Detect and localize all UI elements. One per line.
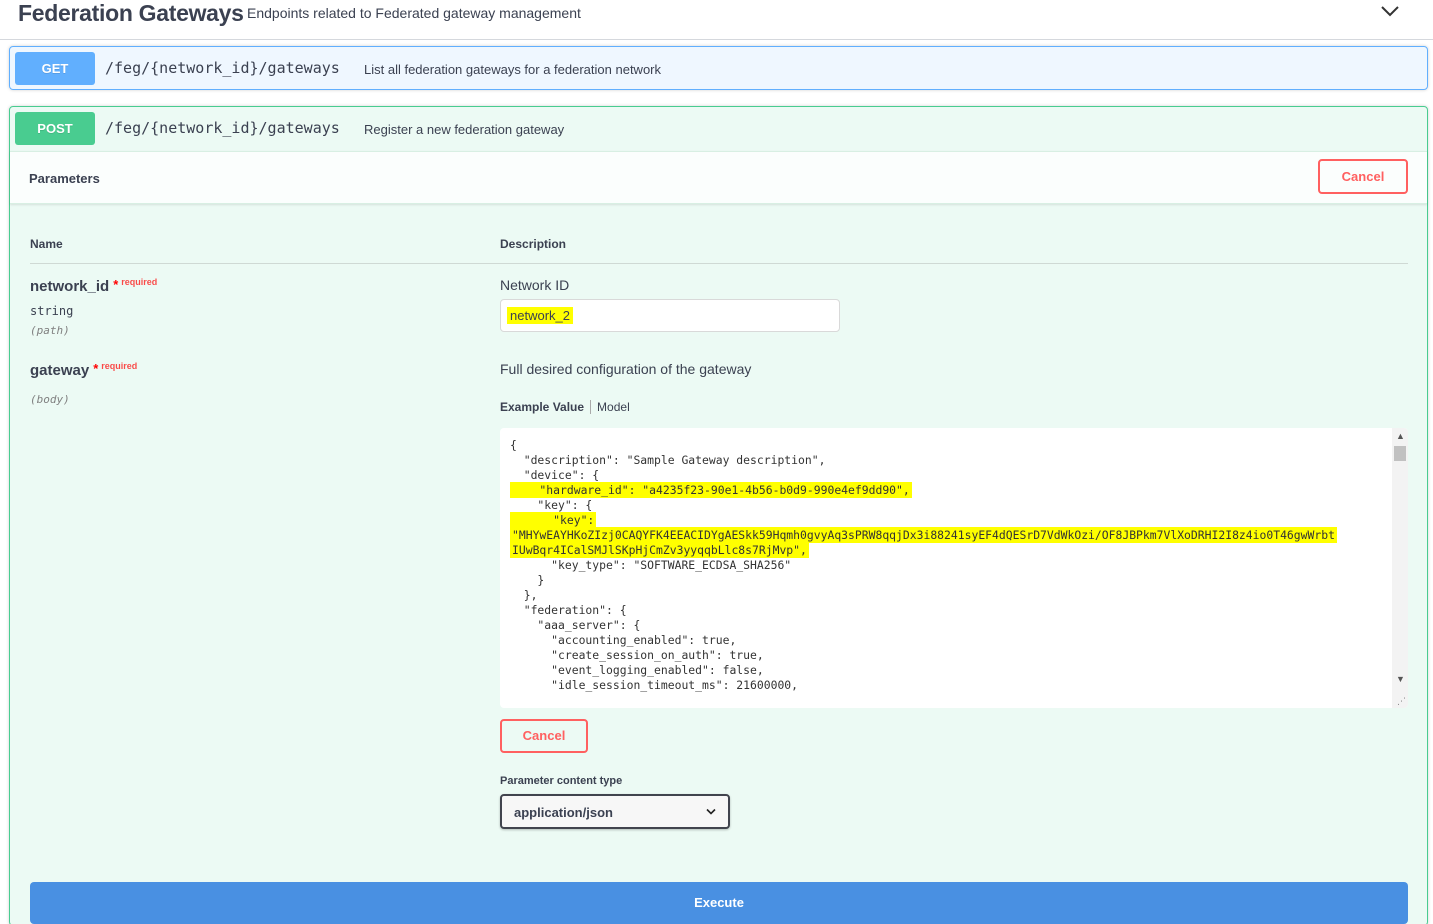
code-line: "event_logging_enabled": false, xyxy=(510,663,764,677)
required-star: * xyxy=(113,277,119,292)
code-line: "aaa_server": { xyxy=(510,618,641,632)
column-header-name: Name xyxy=(30,237,63,251)
cancel-button[interactable]: Cancel xyxy=(1318,159,1408,194)
example-model-tabs: Example Value Model xyxy=(500,400,630,414)
code-line: "idle_session_timeout_ms": 21600000, xyxy=(510,678,799,692)
scroll-down-icon[interactable]: ▼ xyxy=(1396,674,1405,684)
code-line: "description": "Sample Gateway descripti… xyxy=(510,453,826,467)
operation-summary[interactable]: Register a new federation gateway xyxy=(364,122,564,137)
param-location: (path) xyxy=(30,324,70,337)
body-code[interactable]: { "description": "Sample Gateway descrip… xyxy=(510,438,1337,693)
header-divider xyxy=(30,263,1408,264)
scroll-up-icon[interactable]: ▲ xyxy=(1396,431,1405,441)
content-type-select[interactable]: application/json xyxy=(500,794,730,829)
parameters-title: Parameters xyxy=(29,171,100,186)
param-name-gateway: gateway * required xyxy=(30,361,138,379)
param-name-label: network_id xyxy=(30,278,110,295)
required-star: * xyxy=(93,361,99,376)
resize-grip-icon[interactable]: ⋰ xyxy=(1397,696,1406,707)
code-line: "create_session_on_auth": true, xyxy=(510,648,764,662)
parameters-header: Parameters xyxy=(10,151,1427,204)
operation-path: /feg/{network_id}/gateways xyxy=(105,59,340,77)
tag-title: Federation Gateways xyxy=(18,0,244,26)
vertical-scrollbar[interactable]: ▲ ▼ xyxy=(1392,428,1408,708)
code-line: } xyxy=(510,573,545,587)
operation-summary: List all federation gateways for a feder… xyxy=(364,62,662,77)
method-badge-get: GET xyxy=(15,52,95,85)
required-label: required xyxy=(101,361,138,371)
code-line: "device": { xyxy=(510,468,600,482)
tab-example-value[interactable]: Example Value xyxy=(500,400,592,414)
param-name-label: gateway xyxy=(30,362,90,379)
scroll-thumb[interactable] xyxy=(1394,446,1406,461)
operation-path[interactable]: /feg/{network_id}/gateways xyxy=(105,119,340,137)
code-line-highlighted: "key": xyxy=(510,512,597,528)
code-line-highlighted: "hardware_id": "a4235f23-90e1-4b56-b0d9-… xyxy=(510,482,912,498)
param-description: Network ID xyxy=(500,277,570,293)
body-textarea[interactable]: { "description": "Sample Gateway descrip… xyxy=(500,428,1408,708)
code-line: "federation": { xyxy=(510,603,627,617)
network-id-input[interactable]: network_2 xyxy=(500,299,840,332)
code-line: "key": { xyxy=(510,498,593,512)
chevron-down-icon xyxy=(706,808,716,815)
method-badge-post[interactable]: POST xyxy=(15,112,95,145)
code-line-highlighted: IUwBqr4ICalSMJlSKpHjCmZv3yyqqbLlc8s7RjMv… xyxy=(510,542,809,558)
param-description: Full desired configuration of the gatewa… xyxy=(500,361,752,377)
content-type-value: application/json xyxy=(514,805,613,820)
tag-header[interactable]: Federation Gateways Endpoints related to… xyxy=(0,0,1433,40)
execute-button[interactable]: Execute xyxy=(30,882,1408,924)
get-operation[interactable]: GET /feg/{network_id}/gateways List all … xyxy=(9,46,1428,90)
code-line: }, xyxy=(510,588,538,602)
param-name-network-id: network_id * required xyxy=(30,277,158,295)
code-line: "accounting_enabled": true, xyxy=(510,633,737,647)
required-label: required xyxy=(121,277,158,287)
code-line: "key_type": "SOFTWARE_ECDSA_SHA256" xyxy=(510,558,792,572)
chevron-down-icon[interactable] xyxy=(1380,4,1400,18)
code-line: { xyxy=(510,438,517,452)
content-type-label: Parameter content type xyxy=(500,775,623,787)
param-type: string xyxy=(30,304,74,318)
tab-model[interactable]: Model xyxy=(591,400,630,414)
post-operation: POST /feg/{network_id}/gateways Register… xyxy=(9,106,1428,924)
cancel-button[interactable]: Cancel xyxy=(500,719,588,753)
param-location: (body) xyxy=(30,393,70,406)
network-id-value: network_2 xyxy=(507,307,573,324)
tag-description: Endpoints related to Federated gateway m… xyxy=(247,5,581,21)
code-line-highlighted: "MHYwEAYHKoZIzj0CAQYFK4EEACIDYgAESkk59Hq… xyxy=(510,527,1337,543)
column-header-description: Description xyxy=(500,237,567,251)
